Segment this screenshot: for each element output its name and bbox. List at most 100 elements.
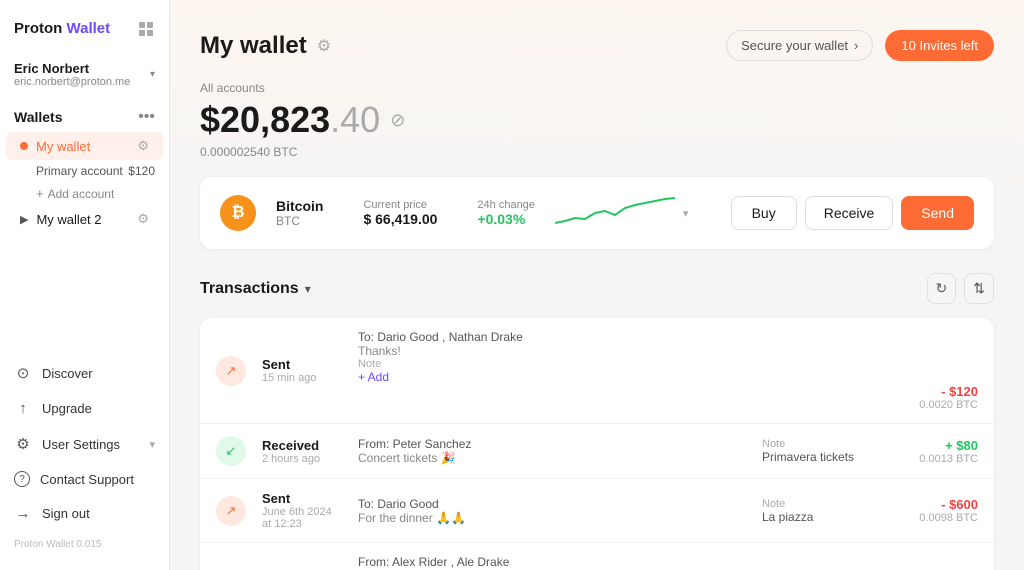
bitcoin-name: Bitcoin <box>276 198 323 214</box>
transaction-amount: + $80 <box>898 438 978 453</box>
note-value: Primavera tickets <box>762 450 882 464</box>
sidebar-logo: Proton Wallet <box>0 12 169 53</box>
note-value: La piazza <box>762 510 882 524</box>
bitcoin-icon: ₿ <box>220 195 256 231</box>
transactions-chevron-icon[interactable]: ▾ <box>305 282 311 296</box>
balance-whole: $20,823.40 <box>200 99 380 141</box>
transaction-type: Received <box>262 438 342 453</box>
settings-chevron-icon: ▾ <box>149 438 155 451</box>
refresh-button[interactable]: ↻ <box>927 273 957 304</box>
wallets-header: Wallets ••• <box>0 96 169 132</box>
wallet2-gear-icon[interactable]: ⚙ <box>137 211 149 227</box>
transaction-type-icon: ↙ <box>216 436 246 466</box>
balance-btc: 0.000002540 BTC <box>200 145 994 159</box>
table-row: ↙ Received 2 hours ago From: Peter Sanch… <box>200 424 994 479</box>
add-note-button[interactable]: + Add <box>358 370 478 384</box>
transaction-btc: 0.0020 BTC <box>358 399 978 411</box>
note-label: Note <box>762 438 882 450</box>
change-value: +0.03% <box>477 211 535 227</box>
transaction-type: Sent <box>262 491 342 506</box>
note-label: Note <box>762 498 882 510</box>
hide-balance-icon[interactable]: ⊘ <box>390 110 405 131</box>
send-button[interactable]: Send <box>901 196 974 230</box>
add-account-button[interactable]: + Add account <box>0 182 169 205</box>
balance-row: $20,823.40 ⊘ <box>200 99 994 141</box>
sidebar-item-my-wallet[interactable]: My wallet ⚙ <box>6 132 163 160</box>
transaction-to: To: Dario Good , Nathan Drake Thanks! <box>358 330 698 358</box>
transaction-to: From: Alex Rider , Ale Drake Happy B-day… <box>358 555 698 570</box>
transaction-type: Sent <box>262 357 342 372</box>
wallets-more-icon[interactable]: ••• <box>138 108 155 126</box>
settings-icon: ⚙ <box>14 435 32 453</box>
transaction-type-icon: ↗ <box>216 356 246 386</box>
transaction-type-icon: ↗ <box>216 496 246 526</box>
change-label: 24h change <box>477 199 535 211</box>
transactions-list: ↗ Sent 15 min ago To: Dario Good , Natha… <box>200 318 994 570</box>
page-settings-icon[interactable]: ⚙ <box>317 36 331 56</box>
transaction-desc: For the dinner 🙏🙏 <box>358 511 746 525</box>
user-chevron-icon: ▾ <box>150 69 155 80</box>
transaction-to: To: Dario Good <box>358 497 698 511</box>
wallet-active-dot <box>20 142 28 150</box>
transaction-time: 15 min ago <box>262 372 342 384</box>
wallets-label: Wallets <box>14 109 63 125</box>
export-button[interactable]: ⇅ <box>964 273 994 304</box>
arrow-right-icon: › <box>854 38 858 53</box>
discover-label: Discover <box>42 366 93 381</box>
apps-grid-icon[interactable] <box>139 22 155 36</box>
table-row: ↙ Received June 7th 2024 at 12:23 From: … <box>200 543 994 570</box>
transactions-header: Transactions ▾ ↻ ⇅ <box>200 273 994 304</box>
invites-button[interactable]: 10 Invites left <box>885 30 994 61</box>
contact-support-label: Contact Support <box>40 472 134 487</box>
sidebar-item-upgrade[interactable]: ↑ Upgrade <box>0 391 169 426</box>
current-price-value: $ 66,419.00 <box>363 211 437 227</box>
transactions-title: Transactions <box>200 280 299 298</box>
secure-wallet-button[interactable]: Secure your wallet › <box>726 30 873 61</box>
sidebar-item-contact-support[interactable]: ? Contact Support <box>0 462 169 496</box>
sidebar-item-discover[interactable]: ⊙ Discover <box>0 355 169 391</box>
receive-button[interactable]: Receive <box>805 196 894 230</box>
sidebar-item-my-wallet-2[interactable]: ▶ My wallet 2 ⚙ <box>6 205 163 233</box>
wallet2-chevron-icon: ▶ <box>20 213 28 226</box>
transaction-note-section: Note+ Add <box>358 358 478 384</box>
sidebar-item-user-settings[interactable]: ⚙ User Settings ▾ <box>0 426 169 462</box>
note-label: Note <box>358 358 478 370</box>
all-accounts-label: All accounts <box>200 81 994 95</box>
transaction-to: From: Peter Sanchez <box>358 437 698 451</box>
plus-icon: + <box>36 186 44 201</box>
transaction-amount: - $600 <box>898 497 978 512</box>
current-price-label: Current price <box>363 199 437 211</box>
upgrade-icon: ↑ <box>14 400 32 417</box>
transaction-time: 2 hours ago <box>262 453 342 465</box>
table-row: ↗ Sent 15 min ago To: Dario Good , Natha… <box>200 318 994 424</box>
primary-account[interactable]: Primary account $120 <box>0 160 169 182</box>
logo-text: Proton Wallet <box>14 20 110 37</box>
wallet-name: My wallet <box>36 139 90 154</box>
sidebar: Proton Wallet Eric Norbert eric.norbert@… <box>0 0 170 570</box>
user-section[interactable]: Eric Norbert eric.norbert@proton.me ▾ <box>0 53 169 96</box>
main-header: My wallet ⚙ Secure your wallet › 10 Invi… <box>200 30 994 61</box>
transaction-desc: Thanks! <box>358 344 698 358</box>
sub-account-amount: $120 <box>128 164 155 178</box>
sub-account-name: Primary account <box>36 164 123 178</box>
transaction-btc: 0.0098 BTC <box>898 512 978 524</box>
add-account-label: Add account <box>48 187 115 201</box>
buy-button[interactable]: Buy <box>731 196 797 230</box>
sidebar-item-sign-out[interactable]: → Sign out <box>0 496 169 531</box>
transaction-note-section: NotePrimavera tickets <box>762 438 882 464</box>
wallet2-name: My wallet 2 <box>36 212 101 227</box>
transaction-time: June 6th 2024 at 12:23 <box>262 506 342 530</box>
upgrade-label: Upgrade <box>42 401 92 416</box>
transaction-desc: Concert tickets 🎉 <box>358 451 746 465</box>
wallet-gear-icon[interactable]: ⚙ <box>137 138 149 154</box>
user-email: eric.norbert@proton.me <box>14 76 130 88</box>
bitcoin-chart: ▾ <box>555 193 711 233</box>
balance-cents: .40 <box>330 99 380 140</box>
transaction-btc: 0.0013 BTC <box>898 453 978 465</box>
sign-out-label: Sign out <box>42 506 90 521</box>
sign-out-icon: → <box>14 505 32 522</box>
support-icon: ? <box>14 471 30 487</box>
bitcoin-card: ₿ Bitcoin BTC Current price $ 66,419.00 … <box>200 177 994 249</box>
chart-chevron-icon[interactable]: ▾ <box>683 207 689 220</box>
bitcoin-ticker: BTC <box>276 214 323 228</box>
